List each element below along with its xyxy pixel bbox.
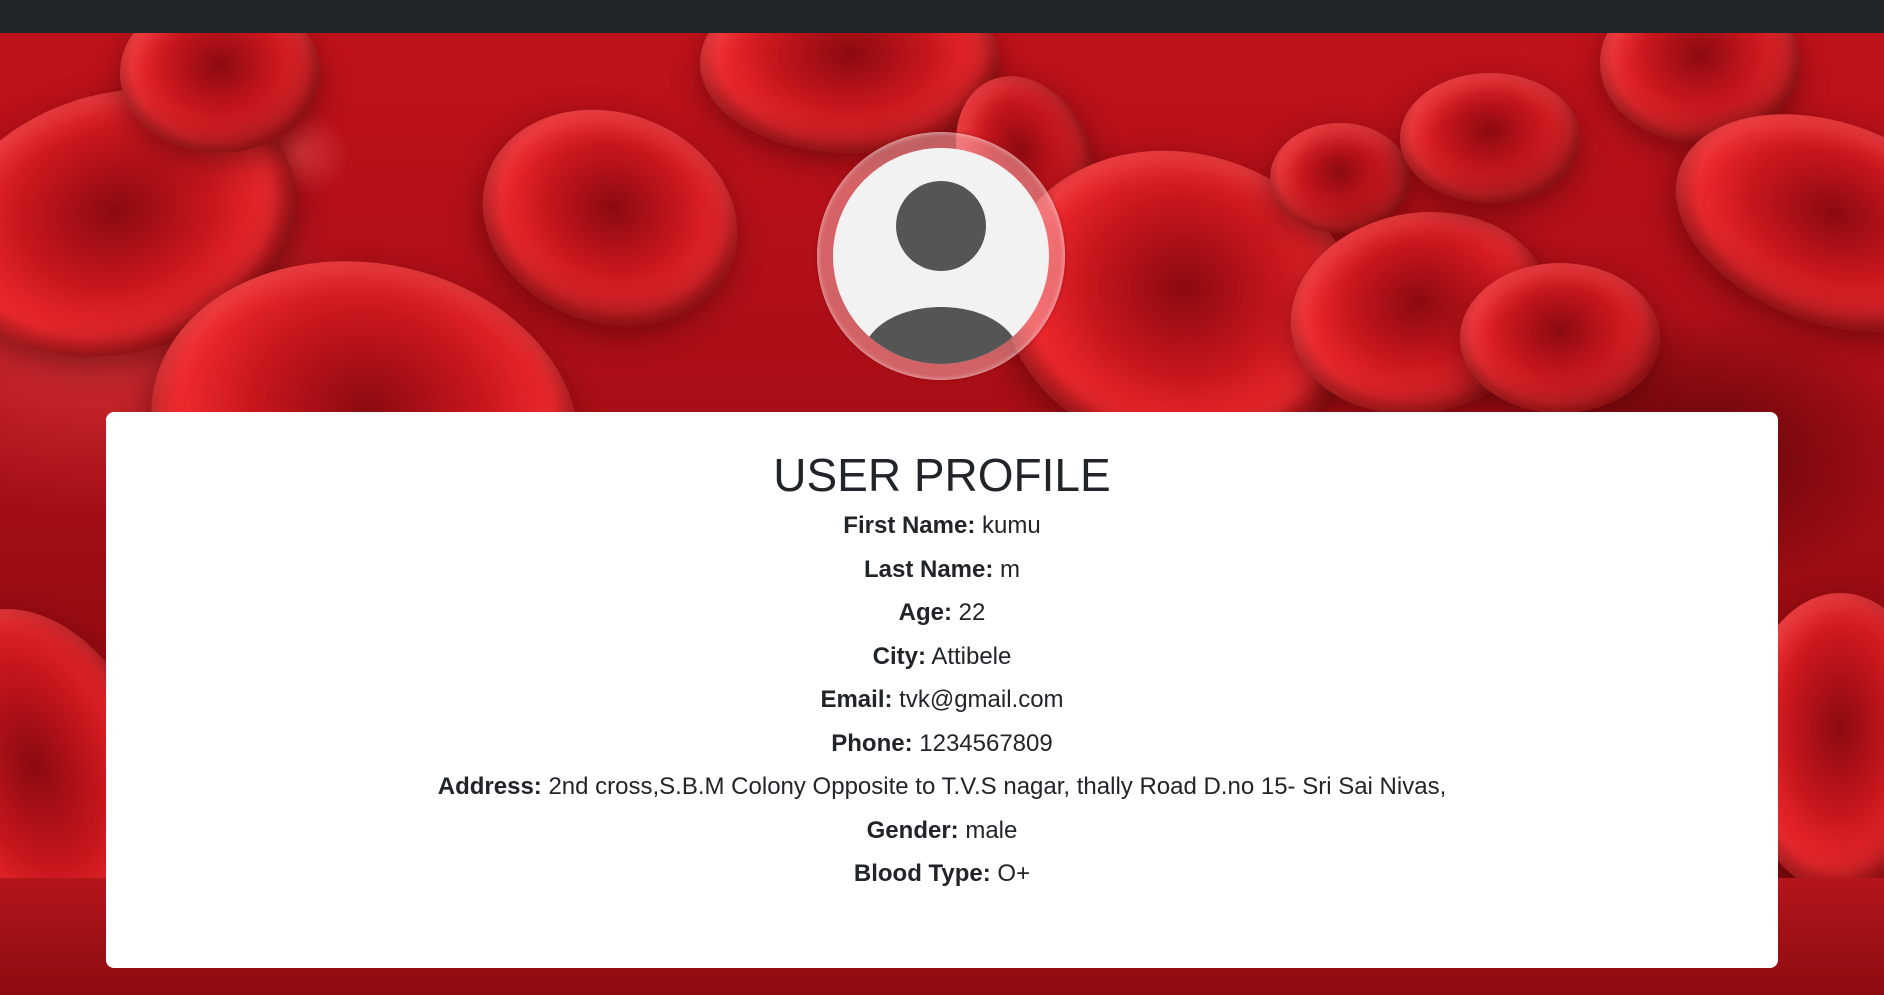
field-label: Age: bbox=[898, 599, 952, 627]
field-value: male bbox=[965, 816, 1018, 844]
field-blood-type: Blood Type: O+ bbox=[106, 859, 1778, 888]
field-value: 2nd cross,S.B.M Colony Opposite to T.V.S… bbox=[548, 773, 1447, 801]
field-value: m bbox=[1000, 555, 1021, 583]
field-phone: Phone: 1234567809 bbox=[106, 729, 1778, 758]
field-first-name: First Name: kumu bbox=[106, 511, 1778, 540]
field-value: O+ bbox=[997, 860, 1031, 888]
page: USER PROFILE First Name: kumu Last Name:… bbox=[0, 0, 1884, 995]
field-value: 1234567809 bbox=[919, 729, 1053, 757]
field-value: Attibele bbox=[931, 642, 1012, 670]
profile-fields: First Name: kumu Last Name: m Age: 22 Ci… bbox=[106, 511, 1778, 888]
user-profile-card: USER PROFILE First Name: kumu Last Name:… bbox=[106, 412, 1778, 968]
field-city: City: Attibele bbox=[106, 642, 1778, 671]
field-label: Last Name: bbox=[863, 555, 994, 583]
field-last-name: Last Name: m bbox=[106, 555, 1778, 584]
field-age: Age: 22 bbox=[106, 598, 1778, 627]
field-label: Email: bbox=[820, 686, 893, 714]
user-avatar-icon bbox=[833, 148, 1049, 364]
field-value: kumu bbox=[982, 512, 1041, 540]
field-label: Phone: bbox=[831, 729, 913, 757]
top-navbar bbox=[0, 0, 1884, 33]
profile-avatar bbox=[817, 132, 1065, 380]
page-title: USER PROFILE bbox=[773, 449, 1111, 501]
field-value: tvk@gmail.com bbox=[899, 686, 1064, 714]
field-label: City: bbox=[872, 642, 926, 670]
field-label: Address: bbox=[437, 773, 542, 801]
field-email: Email: tvk@gmail.com bbox=[106, 685, 1778, 714]
field-value: 22 bbox=[958, 599, 986, 627]
field-label: Gender: bbox=[866, 816, 959, 844]
field-label: First Name: bbox=[843, 512, 976, 540]
field-label: Blood Type: bbox=[853, 860, 991, 888]
field-address: Address: 2nd cross,S.B.M Colony Opposite… bbox=[106, 772, 1778, 801]
field-gender: Gender: male bbox=[106, 816, 1778, 845]
